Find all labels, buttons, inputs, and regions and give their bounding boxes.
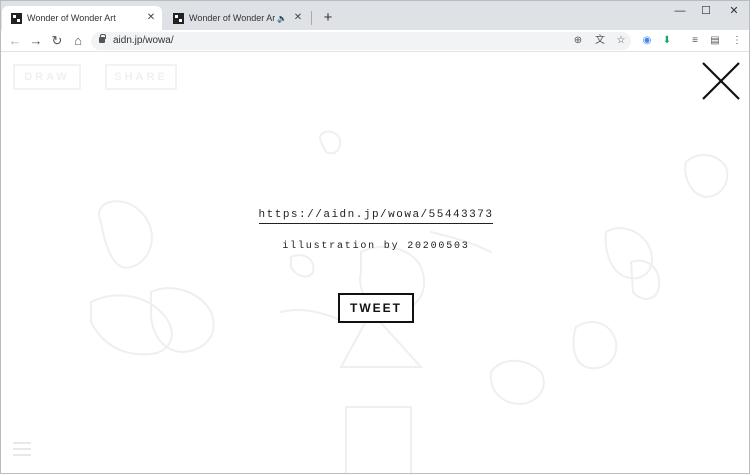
extension-icon[interactable]: ◉: [639, 33, 655, 49]
close-icon[interactable]: [701, 61, 741, 101]
speaker-icon[interactable]: 🔈: [275, 14, 289, 23]
lock-icon[interactable]: [99, 34, 106, 43]
share-button[interactable]: SHARE: [105, 64, 177, 90]
menu-line: [13, 448, 31, 450]
maximize-button[interactable]: ☐: [693, 3, 719, 19]
minimize-button[interactable]: —: [667, 3, 693, 19]
tab-close-icon[interactable]: ✕: [291, 11, 305, 25]
share-url-container: https://aidn.jp/wowa/55443373: [1, 204, 749, 224]
forward-button[interactable]: →: [27, 32, 45, 50]
doodle-shape: [290, 254, 315, 278]
tab-title: Wonder of Wonder Art: [27, 13, 116, 23]
doodle-shape: [280, 309, 342, 321]
draw-button[interactable]: DRAW: [13, 64, 81, 90]
add-icon[interactable]: ⊕: [571, 34, 585, 48]
browser-menu-icon[interactable]: ⋮: [729, 33, 745, 49]
reading-list-icon[interactable]: ≡: [687, 33, 703, 49]
menu-line: [13, 442, 31, 444]
illustration-credit: illustration by 20200503: [282, 241, 470, 252]
tab-active[interactable]: Wonder of Wonder Art ✕: [2, 6, 162, 30]
address-bar[interactable]: aidn.jp/wowa/ ⊕ 文 ☆: [91, 32, 631, 50]
new-tab-button[interactable]: +: [319, 9, 337, 27]
window-close-button[interactable]: ✕: [721, 3, 747, 19]
doodle-shape: [150, 287, 215, 354]
bookmark-star-icon[interactable]: ☆: [614, 34, 628, 48]
doodle-shape: [572, 321, 618, 370]
share-url-link[interactable]: https://aidn.jp/wowa/55443373: [258, 209, 494, 224]
doodle-shape: [684, 154, 729, 199]
download-extension-icon[interactable]: ⬇: [659, 33, 675, 49]
doodle-shape: [629, 259, 661, 300]
tab-title: Wonder of Wonder Art: [189, 13, 275, 23]
back-button[interactable]: ←: [6, 32, 24, 50]
doodle-shape: [489, 359, 545, 406]
site-favicon-icon: [173, 12, 184, 24]
browser-toolbar: ← → ↻ ⌂ aidn.jp/wowa/ ⊕ 文 ☆ ◉ ⬇ ≡ ▤ ⋮: [1, 30, 749, 52]
page-content: DRAW SHARE https://aidn.jp/wowa/55443373…: [1, 52, 749, 473]
extension-panel-icon[interactable]: ▤: [707, 33, 723, 49]
tab-inactive[interactable]: Wonder of Wonder Art 🔈 ✕: [164, 6, 309, 30]
menu-icon[interactable]: [13, 442, 31, 460]
doodle-shape: [604, 227, 653, 280]
tab-close-icon[interactable]: ✕: [144, 11, 158, 25]
tab-strip: Wonder of Wonder Art ✕ Wonder of Wonder …: [1, 1, 749, 30]
home-button[interactable]: ⌂: [69, 32, 87, 50]
doodle-shape: [319, 130, 342, 155]
doodle-shape: [90, 294, 173, 356]
browser-window: Wonder of Wonder Art ✕ Wonder of Wonder …: [0, 0, 750, 474]
background-doodles: [90, 130, 729, 473]
tab-separator: [311, 11, 312, 25]
reload-button[interactable]: ↻: [48, 32, 66, 50]
tweet-button[interactable]: TWEET: [338, 293, 414, 323]
site-favicon-icon: [11, 12, 22, 24]
url-text[interactable]: aidn.jp/wowa/: [113, 35, 174, 46]
doodle-shape: [345, 406, 412, 473]
translate-icon[interactable]: 文: [593, 34, 607, 48]
menu-line: [13, 454, 31, 456]
